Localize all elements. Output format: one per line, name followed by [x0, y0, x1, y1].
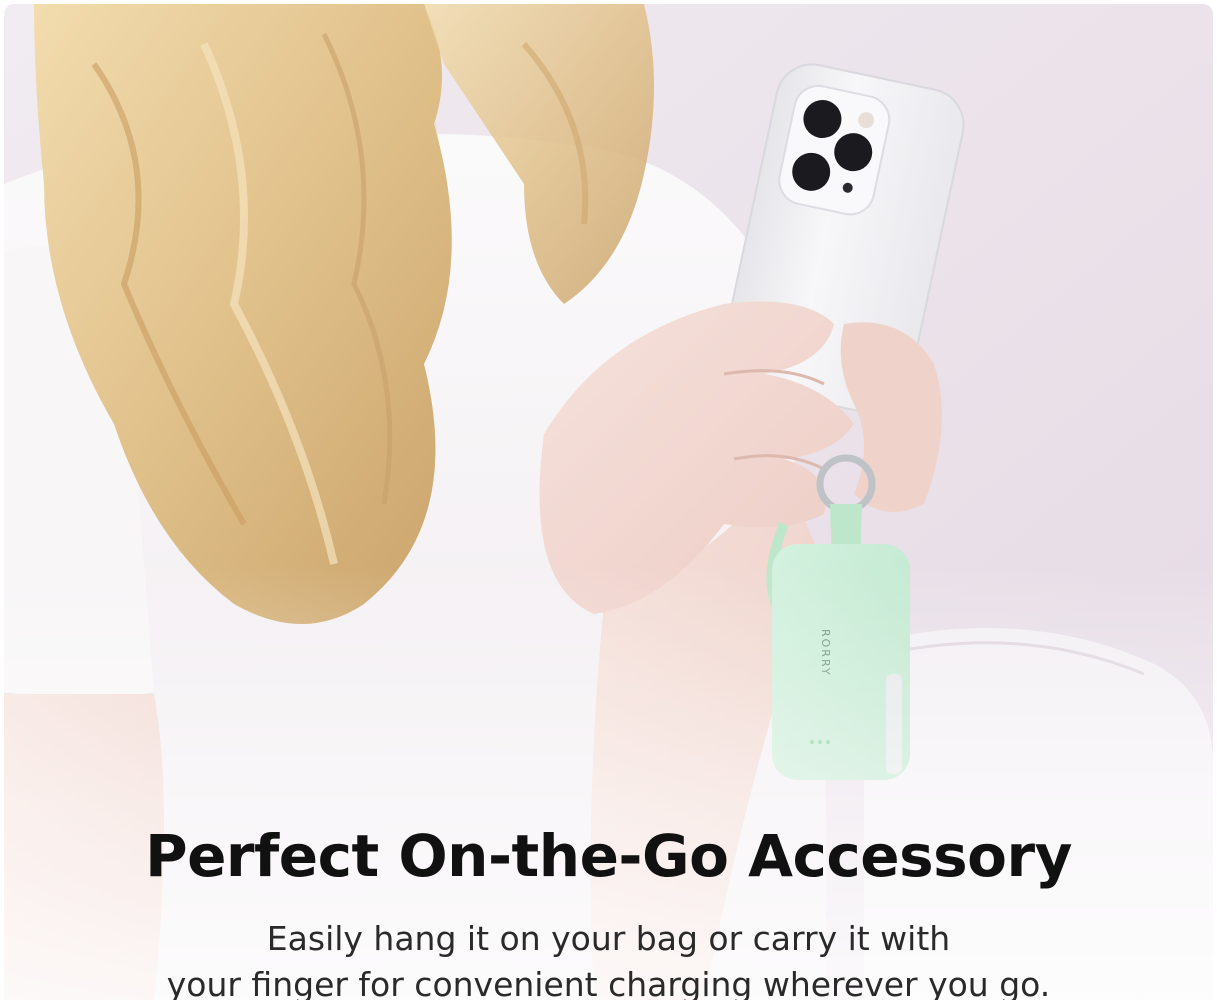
headline: Perfect On-the-Go Accessory [145, 822, 1072, 890]
description-line-1: Easily hang it on your bag or carry it w… [266, 919, 951, 958]
description: Easily hang it on your bag or carry it w… [4, 916, 1213, 1000]
description-line-2: your finger for convenient charging wher… [166, 965, 1051, 1000]
product-image: RORRY Perfect On-the-Go Accessory Easily… [4, 4, 1213, 1000]
